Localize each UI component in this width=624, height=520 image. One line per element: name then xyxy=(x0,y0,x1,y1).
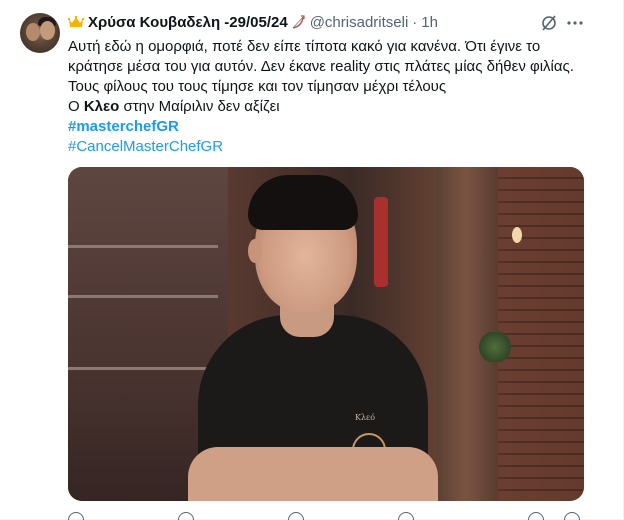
views-icon[interactable] xyxy=(398,512,414,520)
tweet-line-4-suffix: στην Μαίριλιν δεν αξίζει xyxy=(119,98,280,115)
timestamp[interactable]: 1h xyxy=(421,14,438,31)
photo-person-ear xyxy=(248,239,262,263)
bookmark-icon[interactable] xyxy=(528,512,544,520)
tweet-line-4-prefix: Ο xyxy=(68,98,84,115)
crown-icon xyxy=(68,16,84,27)
avatar-face-left xyxy=(26,23,40,41)
bow-and-arrow-icon xyxy=(292,15,305,29)
avatar-face-right xyxy=(40,21,55,40)
tweet-photo[interactable]: Κλεό xyxy=(68,167,584,501)
display-name[interactable]: Χρύσα Κουβαδελη -29/05/24 xyxy=(88,14,288,31)
photo-red-light xyxy=(374,197,388,287)
tweet-header: Χρύσα Κουβαδελη -29/05/24 @chrisadritsel… xyxy=(68,12,438,32)
more-icon[interactable] xyxy=(566,14,584,32)
photo-railing xyxy=(68,245,218,248)
tweet-actions xyxy=(68,512,584,520)
reply-icon[interactable] xyxy=(68,512,84,520)
hashtag-cancelmasterchefgr[interactable]: #CancelMasterChefGR xyxy=(68,138,223,155)
photo-lamp xyxy=(512,227,522,243)
photo-railing xyxy=(68,367,218,370)
like-icon[interactable] xyxy=(288,512,304,520)
hashtag-masterchefgr[interactable]: #masterchefGR xyxy=(68,118,179,135)
photo-railing xyxy=(68,295,218,298)
repost-icon[interactable] xyxy=(178,512,194,520)
separator-dot: · xyxy=(412,13,418,31)
tweet-line-3: Τους φίλους του τους τίμησε και τον τίμη… xyxy=(68,78,447,95)
tweet-line-2: κράτησε μέσα του για αυτόν. Δεν έκανε re… xyxy=(68,58,574,75)
tweet-line-1: Αυτή εδώ η ομορφιά, ποτέ δεν είπε τίποτα… xyxy=(68,38,541,55)
user-handle[interactable]: @chrisadritseli xyxy=(310,14,409,31)
tweet-mention-bold: Κλεο xyxy=(83,98,120,115)
avatar[interactable] xyxy=(20,13,60,53)
photo-person-hair xyxy=(248,175,358,230)
tweet-line-4: Ο Κλεο στην Μαίριλιν δεν αξίζει xyxy=(68,97,598,117)
share-icon[interactable] xyxy=(564,512,580,520)
tweet-text: Αυτή εδώ η ομορφιά, ποτέ δεν είπε τίποτα… xyxy=(68,37,598,157)
photo-plant xyxy=(478,332,512,362)
photo-person-arms xyxy=(188,447,438,501)
grok-icon[interactable] xyxy=(540,14,558,32)
photo-name-tag: Κλεό xyxy=(355,413,376,422)
